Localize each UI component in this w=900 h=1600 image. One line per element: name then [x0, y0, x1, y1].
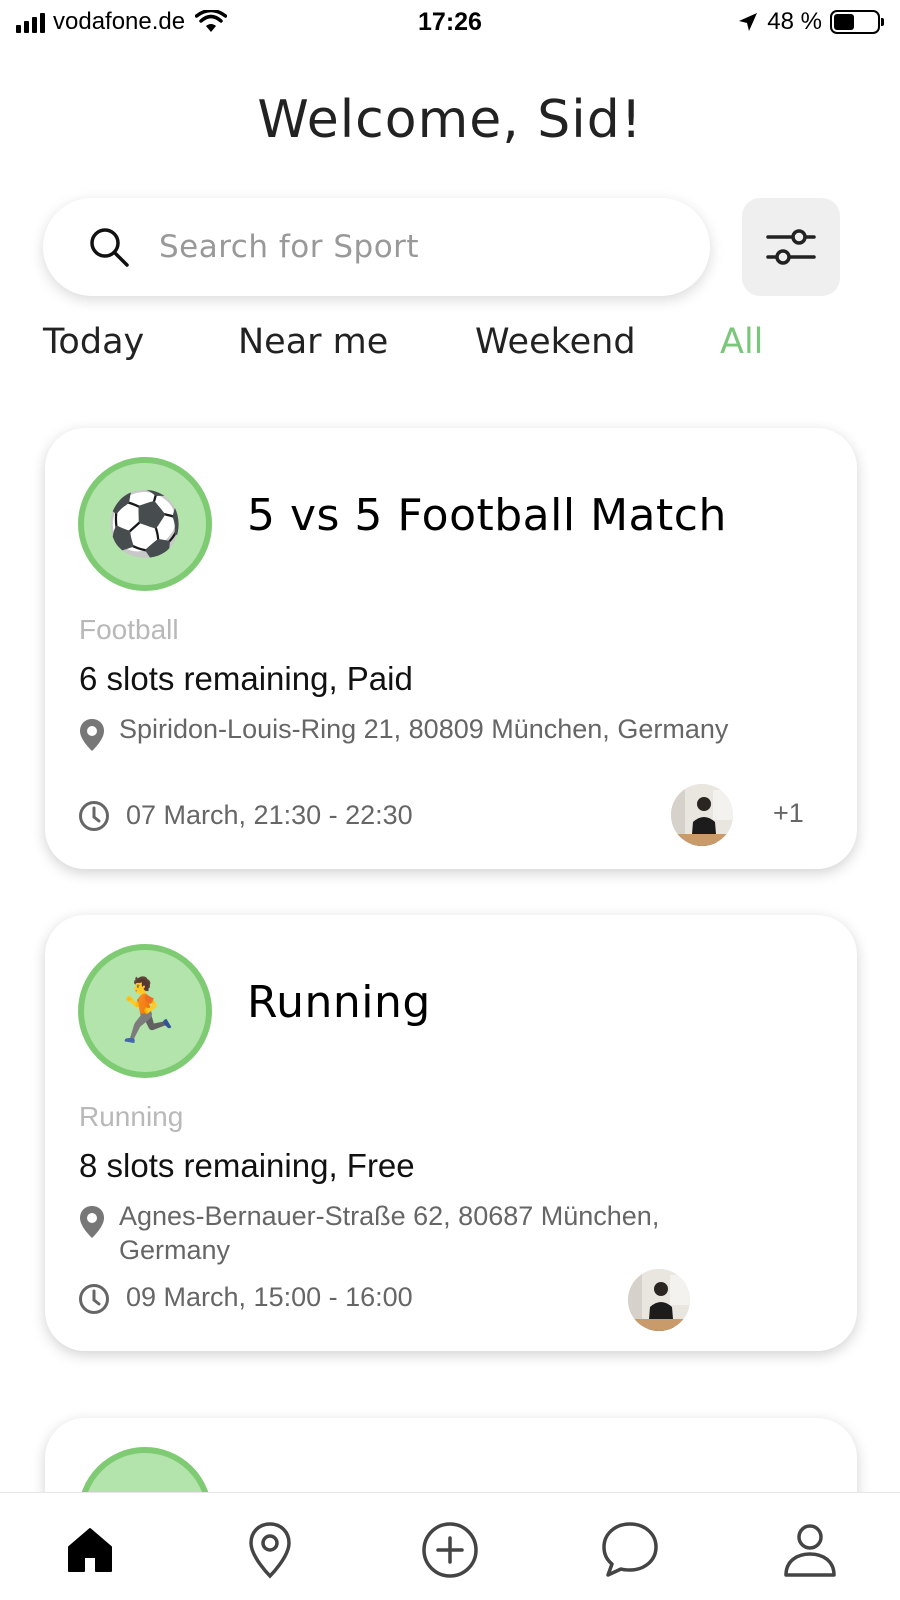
search-input[interactable]	[159, 229, 639, 265]
page-title: Welcome, Sid!	[257, 90, 643, 150]
event-address: Spiridon-Louis-Ring 21, 80809 München, G…	[119, 714, 729, 744]
event-category: Running	[79, 1101, 184, 1132]
clock-icon	[79, 1284, 109, 1314]
clock-icon	[79, 801, 109, 831]
person-photo-icon	[671, 784, 733, 846]
soccer-ball-icon: ⚽	[78, 457, 212, 591]
person-photo-icon	[628, 1269, 690, 1331]
sliders-icon	[766, 229, 816, 265]
home-icon	[68, 1528, 112, 1572]
search-icon	[90, 228, 129, 267]
event-address: Agnes-Bernauer-Straße 62, 80687 München,…	[119, 1201, 660, 1265]
event-time: 07 March, 21:30 - 22:30	[126, 800, 413, 830]
event-card[interactable]: ⚽ 5 vs 5 Football Match Football 6 slots…	[45, 428, 857, 869]
status-bar-right: 48 %	[737, 8, 884, 36]
tab-all[interactable]: All	[720, 322, 763, 362]
participant-avatar[interactable]	[628, 1269, 690, 1331]
status-bar: vodafone.de 17:26 48 %	[0, 0, 900, 46]
chat-bubble-icon	[602, 1522, 658, 1577]
nav-home[interactable]	[55, 1515, 125, 1585]
event-card[interactable]: 🏃 Running Running 8 slots remaining, Fre…	[45, 915, 857, 1351]
tab-today[interactable]: Today	[43, 322, 144, 362]
tab-weekend[interactable]: Weekend	[475, 322, 636, 362]
runner-icon: 🏃	[78, 944, 212, 1078]
event-slots: 8 slots remaining, Free	[79, 1147, 415, 1184]
filter-tabs: Today Near me Weekend All	[43, 322, 863, 372]
event-category: Football	[79, 614, 179, 645]
location-pin-icon	[249, 1522, 291, 1579]
filter-button[interactable]	[742, 198, 840, 296]
nav-create[interactable]	[415, 1515, 485, 1585]
battery-icon	[830, 10, 884, 34]
event-title: 5 vs 5 Football Match	[247, 490, 727, 541]
event-title: Running	[247, 977, 431, 1028]
participant-avatar[interactable]	[671, 784, 733, 846]
nav-profile[interactable]	[775, 1515, 845, 1585]
location-pin-icon	[80, 1206, 104, 1238]
tab-near-me[interactable]: Near me	[238, 322, 388, 362]
search-bar[interactable]	[43, 198, 710, 296]
bottom-navigation	[0, 1492, 900, 1600]
location-pin-icon	[80, 719, 104, 751]
plus-circle-icon	[422, 1522, 478, 1578]
nav-chat[interactable]	[595, 1515, 665, 1585]
nav-map[interactable]	[235, 1515, 305, 1585]
battery-level	[834, 14, 855, 30]
event-time: 09 March, 15:00 - 16:00	[126, 1282, 413, 1312]
event-slots: 6 slots remaining, Paid	[79, 660, 413, 697]
location-arrow-icon	[739, 13, 758, 31]
extra-participants-count: +1	[773, 798, 804, 828]
person-icon	[784, 1524, 836, 1577]
battery-percent: 48 %	[767, 8, 822, 35]
